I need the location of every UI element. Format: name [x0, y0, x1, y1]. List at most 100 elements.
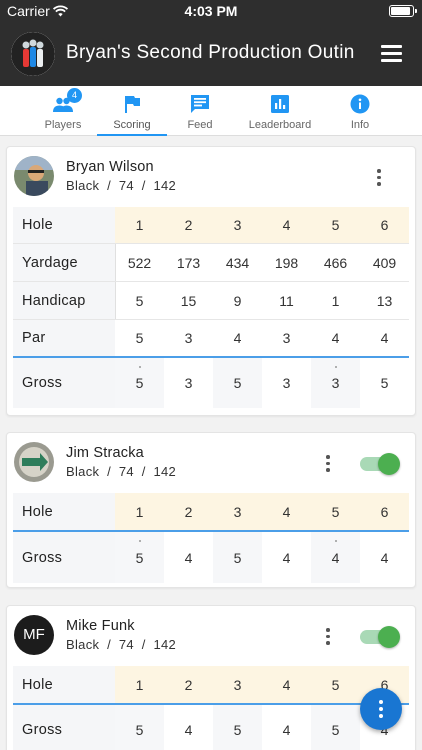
handicap-value: 5: [135, 292, 144, 309]
gross-score-cell[interactable]: 5: [115, 532, 164, 583]
gross-score-cell[interactable]: 3: [164, 358, 213, 408]
par-row: Par 5 3 4 3 4 4: [13, 320, 409, 358]
gross-score-cell[interactable]: 5: [115, 705, 164, 750]
hole-number: 2: [184, 503, 193, 520]
gross-score-cell[interactable]: 5: [311, 705, 360, 750]
handicap-value: 9: [233, 292, 242, 309]
gross-score-cell[interactable]: 5: [213, 358, 262, 408]
hole-number: 5: [331, 676, 340, 693]
player-card: MF Mike Funk Black / 74 / 142 Hole 1 2 3…: [6, 605, 416, 750]
app-bar: Bryan's Second Production Outin: [0, 22, 422, 86]
gross-score-cell[interactable]: 4: [164, 532, 213, 583]
handicap-value: 1: [331, 292, 340, 309]
gross-score-cell[interactable]: 4: [311, 532, 360, 583]
yardage-value: 198: [274, 254, 299, 271]
tab-feed[interactable]: Feed: [167, 86, 233, 136]
player-toggle[interactable]: [360, 453, 400, 475]
gross-row: Gross 5 3 5 3 3 5: [13, 358, 409, 408]
par-value: 3: [282, 330, 291, 346]
row-label: Gross: [13, 358, 115, 408]
gross-score-cell[interactable]: 5: [213, 532, 262, 583]
row-label: Hole: [13, 493, 115, 530]
gross-score-cell[interactable]: 3: [262, 358, 311, 408]
handicap-row: Handicap 5 15 9 11 1 13: [13, 282, 409, 320]
row-label: Gross: [13, 705, 115, 750]
info-icon: [349, 94, 371, 114]
hole-number: 4: [282, 217, 291, 233]
tab-info[interactable]: Info: [330, 86, 390, 136]
par-value: 4: [380, 330, 389, 346]
row-label: Par: [13, 320, 115, 356]
row-label: Yardage: [13, 244, 115, 281]
gross-score-cell[interactable]: 5: [213, 705, 262, 750]
player-name: Mike Funk: [66, 618, 135, 634]
hole-row: Hole 1 2 3 4 5 6: [13, 666, 409, 705]
app-title: Bryan's Second Production Outin: [66, 42, 355, 63]
more-options-icon[interactable]: [324, 628, 332, 646]
player-toggle[interactable]: [360, 626, 400, 648]
flag-icon: [121, 94, 143, 114]
hole-number: 6: [380, 503, 389, 520]
clock: 4:03 PM: [184, 3, 238, 19]
handicap-value: 11: [279, 292, 294, 309]
gross-score-cell[interactable]: 5: [360, 358, 409, 408]
hole-number: 3: [233, 676, 242, 693]
gross-score-cell[interactable]: 4: [360, 532, 409, 583]
hole-row: Hole 1 2 3 4 5 6: [13, 207, 409, 244]
hole-number: 4: [282, 503, 291, 520]
hole-number: 1: [135, 676, 144, 693]
hole-row: Hole 1 2 3 4 5 6: [13, 493, 409, 532]
players-count-badge: 4: [67, 88, 82, 103]
player-tee-info: Black / 74 / 142: [66, 178, 177, 193]
more-actions-fab[interactable]: [360, 688, 402, 730]
scorecard-grid: Hole 1 2 3 4 5 6 Yardage 522 173 434 198…: [13, 207, 409, 408]
vertical-dots-icon: [379, 700, 383, 704]
tab-leaderboard-label: Leaderboard: [248, 119, 312, 131]
yardage-value: 173: [176, 254, 201, 271]
hole-number: 2: [184, 676, 193, 693]
row-label: Handicap: [13, 282, 115, 319]
yardage-value: 522: [127, 254, 152, 271]
gross-row: Gross 5 4 5 4 4 4: [13, 532, 409, 583]
tab-players[interactable]: 4 Players: [28, 86, 98, 136]
tab-leaderboard[interactable]: Leaderboard: [240, 86, 320, 136]
more-options-icon[interactable]: [324, 455, 332, 473]
app-logo-icon: [11, 32, 55, 76]
tab-scoring[interactable]: Scoring: [97, 86, 167, 136]
handicap-value: 15: [180, 292, 197, 309]
tab-bar: 4 Players Scoring Feed Leaderboard Info: [0, 86, 422, 136]
gross-score-cell[interactable]: 5: [115, 358, 164, 408]
yardage-value: 466: [323, 254, 348, 271]
gross-score-cell[interactable]: 4: [262, 532, 311, 583]
player-tee-info: Black / 74 / 142: [66, 464, 177, 479]
stroke-dot-icon: [334, 366, 337, 368]
more-options-icon[interactable]: [375, 169, 383, 187]
tab-scoring-label: Scoring: [113, 119, 151, 131]
scorecard-grid: Hole 1 2 3 4 5 6 Gross 5 4 5 4 5 4: [13, 666, 409, 750]
row-label: Hole: [13, 666, 115, 703]
tab-players-label: Players: [44, 119, 82, 131]
hole-number: 1: [135, 503, 144, 520]
leaderboard-icon: [269, 94, 291, 114]
stroke-dot-icon: [138, 540, 141, 542]
avatar[interactable]: [14, 442, 54, 482]
gross-score-cell[interactable]: 4: [262, 705, 311, 750]
gross-score-cell[interactable]: 3: [311, 358, 360, 408]
stroke-dot-icon: [138, 366, 141, 368]
stroke-dot-icon: [334, 540, 337, 542]
par-value: 3: [184, 330, 193, 346]
avatar[interactable]: [14, 156, 54, 196]
hole-number: 1: [135, 217, 144, 233]
hamburger-menu-icon[interactable]: [381, 45, 402, 62]
hole-number: 5: [331, 503, 340, 520]
row-label: Gross: [13, 532, 115, 583]
player-tee-info: Black / 74 / 142: [66, 637, 177, 652]
row-label: Hole: [13, 207, 115, 243]
player-name: Bryan Wilson: [66, 159, 154, 175]
avatar[interactable]: MF: [14, 615, 54, 655]
yardage-value: 434: [225, 254, 250, 271]
gross-score-cell[interactable]: 4: [164, 705, 213, 750]
tab-info-label: Info: [350, 119, 370, 131]
feed-icon: [189, 94, 211, 114]
player-card: Bryan Wilson Black / 74 / 142 Hole 1 2 3…: [6, 146, 416, 416]
